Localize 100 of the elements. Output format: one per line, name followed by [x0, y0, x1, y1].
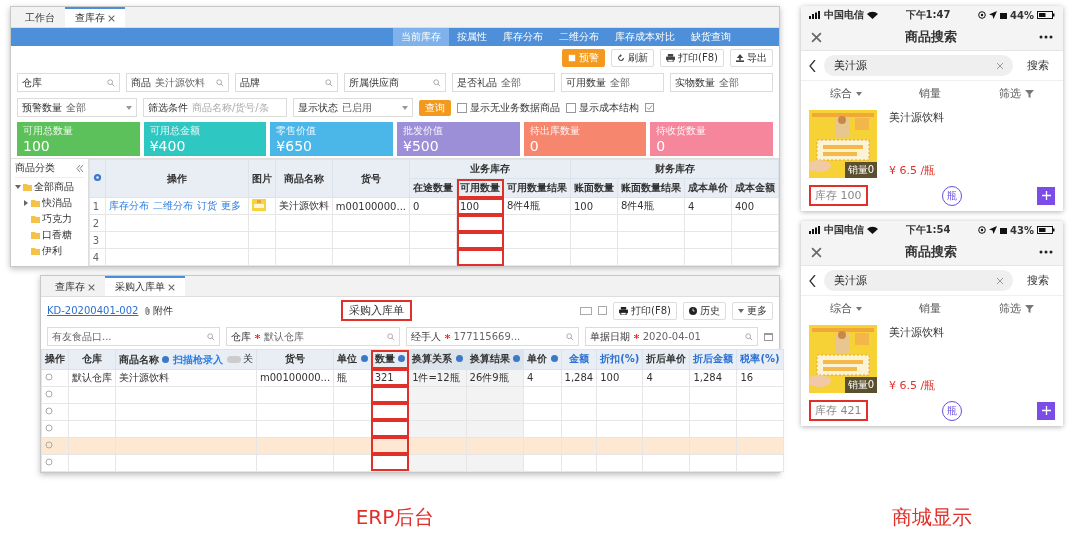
field-label: 单据日期	[589, 329, 630, 344]
close-icon[interactable]	[108, 14, 115, 22]
action-link[interactable]: 订货	[196, 200, 217, 211]
row-number: 2	[92, 217, 100, 229]
row-settings-icon[interactable]	[45, 458, 53, 466]
search-field[interactable]: 仓库 默认仓库	[226, 327, 400, 346]
action-link[interactable]: 更多	[220, 200, 241, 211]
tab[interactable]: 采购入库单	[105, 276, 185, 296]
select-field[interactable]: 是否礼品 全部	[452, 73, 556, 92]
search-button[interactable]: 搜索	[1021, 272, 1055, 289]
close-icon[interactable]	[811, 246, 822, 258]
close-icon[interactable]	[811, 31, 822, 43]
clear-icon[interactable]	[997, 277, 1003, 284]
search-field[interactable]: 美汁源	[824, 270, 1013, 291]
table-cell: m00100000...	[335, 200, 406, 212]
toolbar-button[interactable]: 打印(F8)	[660, 49, 724, 67]
search-icon[interactable]	[106, 78, 115, 87]
document-number-link[interactable]: KD-20200401-002	[47, 305, 139, 316]
row-settings-icon[interactable]	[45, 441, 53, 449]
sort-tab[interactable]: 销量	[913, 300, 948, 317]
sort-tab[interactable]: 综合	[823, 85, 868, 102]
column-header: 换算关系	[412, 352, 453, 367]
search-icon[interactable]	[433, 78, 442, 87]
search-icon[interactable]	[207, 332, 216, 341]
checkbox[interactable]	[457, 102, 467, 113]
card-label: 零售价值	[276, 124, 318, 138]
tab[interactable]: 查库存	[45, 276, 105, 296]
search-field[interactable]: 有友食品口...	[47, 327, 221, 346]
scan-input-link[interactable]: 扫描枪录入	[172, 353, 223, 365]
row-settings-icon[interactable]	[45, 424, 53, 432]
caret-icon	[855, 91, 862, 96]
column-header: 商品名称	[283, 172, 324, 184]
collapse-icon[interactable]	[75, 164, 84, 172]
document-title: 采购入库单	[341, 300, 413, 321]
sort-tab[interactable]: 筛选	[993, 85, 1041, 102]
sort-tab[interactable]: 筛选	[993, 300, 1041, 317]
select-field[interactable]: 显示状态 已启用	[293, 98, 413, 117]
unit-switch-button[interactable]: 瓶	[942, 400, 963, 421]
sort-tab[interactable]: 综合	[823, 300, 868, 317]
search-icon[interactable]	[386, 332, 395, 341]
more-icon[interactable]	[1039, 35, 1053, 39]
card-value: ¥650	[276, 138, 313, 154]
toggle-switch[interactable]	[226, 355, 241, 363]
select-field[interactable]: 可用数量 全部	[561, 73, 665, 92]
add-button[interactable]	[1037, 401, 1055, 420]
toolbar-button[interactable]: 导出	[730, 49, 773, 67]
back-icon[interactable]	[809, 59, 816, 72]
tree-item[interactable]: 快消品	[42, 196, 72, 210]
row-settings-icon[interactable]	[45, 373, 53, 381]
search-icon[interactable]	[215, 78, 224, 87]
collapsed-arrow-icon[interactable]	[23, 200, 29, 206]
row-number: 3	[92, 234, 100, 246]
more-icon[interactable]	[1039, 250, 1053, 254]
tab[interactable]: 查库存	[65, 7, 125, 27]
search-field[interactable]: 经手人 177115669...	[405, 327, 579, 346]
product-name: 美汁源饮料	[889, 110, 944, 125]
tree-item[interactable]: 全部商品	[34, 180, 74, 194]
toolbar-button[interactable]: 历史	[683, 301, 726, 320]
calendar-icon[interactable]	[764, 332, 773, 341]
tree-item[interactable]: 巧克力	[42, 212, 72, 226]
search-field[interactable]: 品牌	[234, 73, 338, 92]
search-icon[interactable]	[565, 332, 574, 341]
field-label: 可用数量	[566, 75, 607, 90]
clear-icon[interactable]	[997, 62, 1003, 69]
close-icon[interactable]	[168, 283, 175, 291]
search-field[interactable]: 仓库	[17, 73, 120, 92]
checkbox-label: 显示成本结构	[579, 100, 639, 115]
action-link[interactable]: 二维分布	[152, 200, 193, 211]
card-label: 可用总数量	[23, 124, 74, 138]
toolbar-button[interactable]: 更多	[732, 301, 773, 320]
tab[interactable]: 工作台	[15, 7, 65, 27]
caption: 商城显示	[892, 504, 972, 531]
column-header: 在途数量	[413, 182, 453, 193]
action-link[interactable]: 库存分布	[108, 200, 149, 211]
table-cell: 1,284	[564, 372, 594, 383]
search-icon[interactable]	[324, 78, 333, 87]
search-field[interactable]: 商品 美汁源饮料	[125, 73, 229, 92]
back-icon[interactable]	[809, 274, 816, 287]
input-field[interactable]: 筛选条件 商品名称/货号/条	[143, 98, 287, 117]
expanded-arrow-icon[interactable]	[15, 184, 21, 190]
toolbar-button[interactable]: 打印(F8)	[613, 301, 677, 320]
tree-item[interactable]: 口香糖	[42, 228, 72, 242]
search-field[interactable]: 美汁源	[824, 55, 1013, 76]
unit-switch-button[interactable]: 瓶	[942, 185, 963, 206]
status-time: 下午1:47	[905, 8, 951, 22]
row-settings-icon[interactable]	[45, 407, 53, 415]
search-field[interactable]: 所属供应商	[343, 73, 447, 92]
search-button[interactable]: 搜索	[1021, 57, 1055, 74]
close-icon[interactable]	[88, 283, 95, 291]
add-button[interactable]	[1037, 186, 1055, 205]
toolbar-button[interactable]: 刷新	[611, 49, 655, 67]
select-field[interactable]: 实物数量 全部	[670, 73, 773, 92]
sort-tab[interactable]: 销量	[913, 85, 948, 102]
tree-item[interactable]: 伊利	[42, 244, 62, 258]
attachment-link[interactable]: 附件	[144, 303, 174, 318]
search-field[interactable]: 单据日期 2020-04-01	[584, 327, 758, 346]
checkbox[interactable]	[566, 102, 576, 113]
search-icon[interactable]	[745, 332, 753, 341]
select-field[interactable]: 预警数量 全部	[17, 98, 137, 117]
row-settings-icon[interactable]	[45, 390, 53, 398]
